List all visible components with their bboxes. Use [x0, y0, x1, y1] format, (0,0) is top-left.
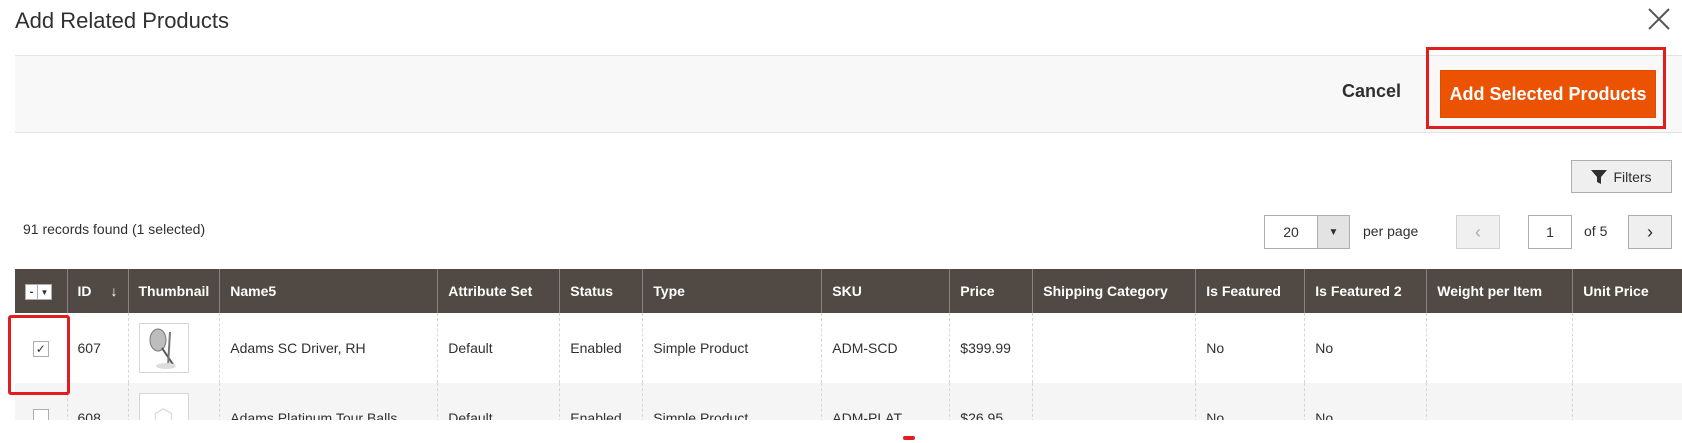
per-page-value: 20 [1265, 216, 1318, 248]
cell-is-featured-2: No [1304, 313, 1427, 383]
close-icon[interactable] [1646, 6, 1672, 32]
per-page-label: per page [1363, 223, 1419, 239]
chevron-down-icon: ▼ [40, 287, 49, 297]
chevron-down-icon[interactable]: ▼ [1318, 216, 1349, 248]
mass-select-indicator: - [26, 285, 38, 299]
per-page-select[interactable]: 20 ▼ [1264, 215, 1350, 249]
cell-is-featured: No [1195, 313, 1305, 383]
column-header-is-featured[interactable]: Is Featured [1195, 269, 1305, 313]
column-header-price[interactable]: Price [949, 269, 1033, 313]
product-thumbnail[interactable] [138, 323, 189, 373]
page-number-input[interactable]: 1 [1528, 215, 1572, 249]
column-header-shipping-category[interactable]: Shipping Category [1032, 269, 1196, 313]
column-header-thumbnail[interactable]: Thumbnail [127, 269, 220, 313]
cell-shipping-category [1032, 313, 1196, 383]
column-header-attribute-set[interactable]: Attribute Set [437, 269, 560, 313]
total-pages-label: of 5 [1584, 223, 1608, 239]
records-count: 91 records found (1 selected) [23, 221, 206, 237]
annotation-mark [903, 436, 915, 440]
cell-thumbnail [127, 313, 220, 383]
cell-name: Adams SC Driver, RH [219, 313, 438, 383]
next-page-button[interactable]: › [1628, 215, 1672, 249]
cell-id: 607 [66, 313, 128, 383]
column-header-id[interactable]: ID ↓ [66, 269, 128, 313]
golf-driver-image [149, 328, 176, 369]
mass-select-dropdown[interactable]: - ▼ [25, 284, 52, 300]
cell-status: Enabled [559, 313, 643, 383]
grid-header-row: - ▼ ID ↓ Thumbnail Name5 Attribute Set St… [15, 269, 1682, 313]
column-header-status[interactable]: Status [559, 269, 643, 313]
modal-title: Add Related Products [15, 8, 230, 33]
column-header-name[interactable]: Name5 [219, 269, 438, 313]
viewport-cutoff [0, 420, 1682, 443]
products-grid: - ▼ ID ↓ Thumbnail Name5 Attribute Set St… [15, 269, 1682, 443]
filters-label: Filters [1613, 168, 1652, 185]
filter-icon [1591, 169, 1608, 184]
chevron-left-icon: ‹ [1475, 221, 1481, 242]
highlight-box-add-button [1426, 47, 1666, 129]
column-header-type[interactable]: Type [642, 269, 822, 313]
column-header-sku[interactable]: SKU [821, 269, 950, 313]
column-header-weight-per-item[interactable]: Weight per Item [1426, 269, 1573, 313]
sort-down-icon: ↓ [110, 283, 118, 299]
filters-button[interactable]: Filters [1571, 160, 1672, 193]
mass-select-header[interactable]: - ▼ [15, 269, 67, 313]
cell-weight [1426, 313, 1573, 383]
previous-page-button[interactable]: ‹ [1456, 215, 1500, 249]
cancel-button[interactable]: Cancel [1342, 81, 1401, 102]
chevron-right-icon: › [1647, 221, 1653, 242]
cell-sku: ADM-SCD [821, 313, 950, 383]
column-label: ID [77, 283, 92, 299]
cell-unit-price [1572, 313, 1682, 383]
highlight-box-row-checkbox [8, 315, 70, 395]
table-row[interactable]: ✓ 607 Adams SC Driver, RH Default Enable… [15, 313, 1682, 383]
cell-attribute-set: Default [437, 313, 560, 383]
cell-price: $399.99 [949, 313, 1033, 383]
column-header-is-featured-2[interactable]: Is Featured 2 [1304, 269, 1427, 313]
column-header-unit-price[interactable]: Unit Price [1572, 269, 1682, 313]
cell-type: Simple Product [642, 313, 822, 383]
